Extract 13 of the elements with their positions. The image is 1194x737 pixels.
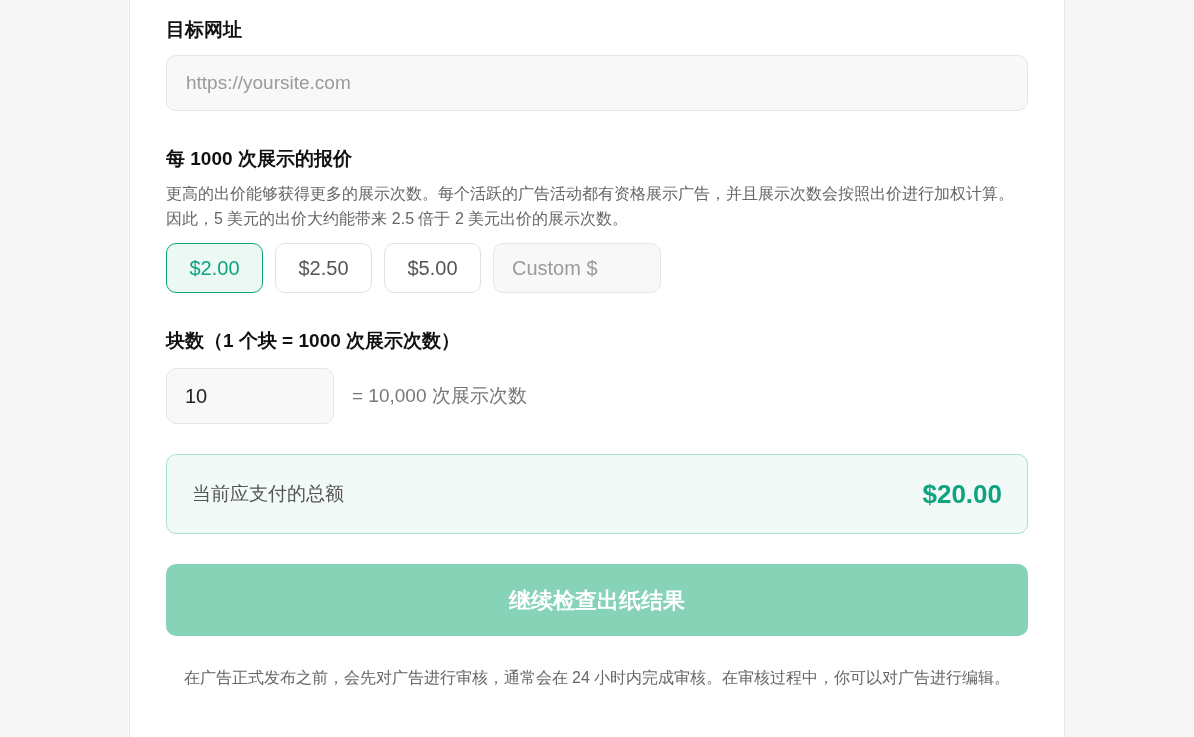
blocks-input-field[interactable]: 10 bbox=[166, 368, 334, 424]
impressions-equivalent: = 10,000 次展示次数 bbox=[352, 383, 527, 408]
total-label: 当前应支付的总额 bbox=[192, 481, 344, 506]
field-label: 每 1000 次展示的报价 bbox=[166, 147, 353, 171]
field-label: 块数（1 个块 = 1000 次展示次数） bbox=[166, 329, 462, 353]
bid-description: 更高的出价能够获得更多的展示次数。每个活跃的广告活动都有资格展示广告，并且展示次数会按照出价进行加权计算。因此，5 美元的出价大约能带来 2.5 倍于 2 美元出价的展示次数。 bbox=[166, 184, 1015, 229]
review-note: 在广告正式发布之前，会先对广告进行审核，通常会在 24 小时内完成审核。在审核过程中，你可以对广告进行编辑。 bbox=[182, 668, 1012, 688]
bid-option-button[interactable]: $2.50 bbox=[275, 243, 372, 293]
bid-option-button[interactable]: $5.00 bbox=[384, 243, 481, 293]
custom-bid-input-field[interactable]: Custom $ bbox=[493, 243, 661, 293]
total-amount: $20.00 bbox=[922, 477, 1002, 511]
field-label: 目标网址 bbox=[166, 18, 243, 42]
url-input-field[interactable]: https://yoursite.com bbox=[166, 55, 1028, 111]
